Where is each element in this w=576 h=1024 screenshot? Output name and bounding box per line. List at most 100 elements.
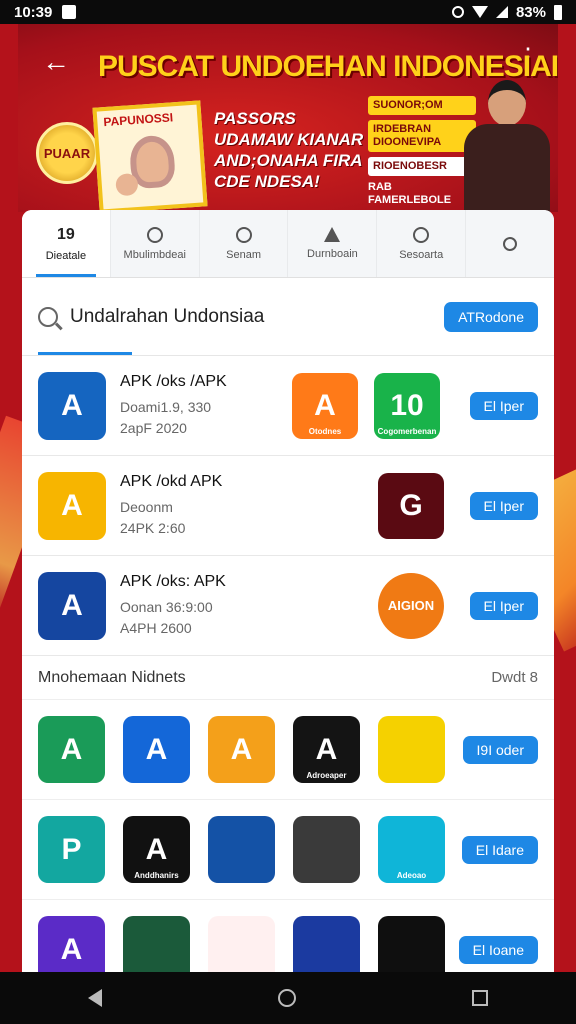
- app-title: APK /oks /APK: [120, 372, 227, 390]
- search-underline: [38, 352, 132, 355]
- status-time: 10:39: [14, 3, 53, 21]
- signal-icon: [495, 6, 508, 18]
- app-icon[interactable]: [123, 916, 190, 972]
- app-icon-label: A: [145, 832, 168, 866]
- app-icon[interactable]: A: [38, 571, 106, 640]
- nav-back-icon[interactable]: [88, 989, 102, 1007]
- tab-label: Mbulimbdeai: [123, 248, 186, 261]
- app-icon-label: G: [399, 488, 423, 522]
- banner-title: PUSCAT UNDOEHAN INDONESIAI: [98, 50, 558, 83]
- notification-icon: [62, 5, 77, 19]
- app-icon-label: A: [61, 388, 83, 422]
- app-list: A APK /oks /APK Doami1.9, 330 2apF 2020 A Oto…: [22, 356, 554, 656]
- grid-row: A A A A Adroeaper I9I oder: [22, 700, 554, 800]
- app-icon[interactable]: [293, 816, 360, 883]
- status-bar: 10:39 83%: [0, 0, 576, 24]
- app-icon-label: A: [314, 388, 336, 422]
- man-body: [464, 124, 550, 212]
- app-meta: A4PH 2600: [120, 619, 192, 636]
- app-row[interactable]: A APK /okd APK Deoonm 24PK 2:60 G El Iper: [22, 456, 554, 556]
- app-meta: Doami1.9, 330: [120, 398, 212, 415]
- app-icon-label: A: [60, 732, 83, 766]
- app-meta: Oonan 36:9:00: [120, 598, 213, 615]
- app-grid: A A A A Adroeaper I9I oder P A Anddhanirs Adeoao E…: [22, 700, 554, 972]
- person-icon: [413, 226, 430, 243]
- grid-row: P A Anddhanirs Adeoao El Idare: [22, 800, 554, 900]
- related-apps: AIGION: [378, 572, 444, 639]
- app-icon[interactable]: Adeoao: [378, 816, 445, 883]
- tab-durnboain[interactable]: Durnboain: [288, 210, 378, 277]
- nav-recents-icon[interactable]: [472, 990, 488, 1006]
- app-icon[interactable]: [378, 716, 445, 783]
- app-icon[interactable]: [293, 916, 360, 972]
- tab-sesoarta[interactable]: Sesoarta: [377, 210, 467, 277]
- app-icon[interactable]: A: [38, 716, 105, 783]
- search-icon: [503, 236, 518, 251]
- app-meta: Deoonm: [120, 498, 173, 515]
- navigation-bar: [0, 972, 576, 1024]
- app-icon[interactable]: A Anddhanirs: [123, 816, 190, 883]
- app-row[interactable]: A APK /oks: APK Oonan 36:9:00 A4PH 2600 AIGI…: [22, 556, 554, 656]
- app-icon-caption: Anddhanirs: [134, 871, 179, 880]
- app-icon[interactable]: 10 Cogomerbenan: [374, 372, 440, 439]
- tab-bar: 19 Dieatale Mbulimbdeai Senam Durnboain …: [22, 210, 554, 278]
- app-icon[interactable]: A Otodnes: [292, 372, 358, 439]
- tab-senam[interactable]: Senam: [200, 210, 289, 277]
- coin-badge: PUAAR: [36, 122, 98, 184]
- back-arrow-icon[interactable]: ←: [42, 48, 70, 76]
- hand-image: [115, 172, 139, 197]
- battery-level: 83%: [515, 3, 546, 21]
- user-icon: [146, 226, 163, 243]
- app-icon-label: A: [145, 732, 168, 766]
- app-icon[interactable]: G: [378, 472, 444, 539]
- app-row[interactable]: A APK /oks /APK Doami1.9, 330 2apF 2020 A Oto…: [22, 356, 554, 456]
- search-input[interactable]: [70, 305, 445, 328]
- app-icon[interactable]: A: [123, 716, 190, 783]
- promo-banner[interactable]: ← ⋮ PUSCAT UNDOEHAN INDONESIAI PUAAR PAP…: [18, 24, 558, 212]
- search-action-button[interactable]: ATRodone: [444, 301, 538, 332]
- man-head: [488, 80, 526, 126]
- app-icon-caption: Adeoao: [396, 871, 427, 880]
- open-button[interactable]: El Ioane: [458, 935, 538, 964]
- tab-count: 19: [57, 225, 75, 243]
- see-all-link[interactable]: Dwdt 8: [491, 669, 538, 686]
- alarm-icon: [451, 6, 464, 18]
- app-icon[interactable]: A: [38, 471, 106, 540]
- app-icon-caption: Otodnes: [308, 426, 342, 436]
- nav-home-icon[interactable]: [278, 989, 296, 1007]
- open-button[interactable]: El Iper: [469, 491, 538, 520]
- content-card: 19 Dieatale Mbulimbdeai Senam Durnboain …: [22, 210, 554, 972]
- tab-mbulimbdeai[interactable]: Mbulimbdeai: [111, 210, 200, 277]
- open-button[interactable]: I9I oder: [462, 735, 538, 764]
- app-icon-label: A: [61, 588, 83, 622]
- tab-label: Sesoarta: [399, 248, 444, 261]
- related-apps: A Otodnes 10 Cogomerbenan: [292, 372, 440, 439]
- app-icon-label: A: [61, 488, 83, 522]
- battery-icon: [554, 4, 562, 20]
- app-icon[interactable]: A: [38, 916, 105, 972]
- app-icon[interactable]: P: [38, 816, 105, 883]
- app-info: APK /okd APK Deoonm 24PK 2:60: [120, 473, 270, 539]
- app-icon[interactable]: [378, 916, 445, 972]
- app-icon[interactable]: AIGION: [378, 572, 444, 639]
- open-button[interactable]: El Idare: [461, 835, 538, 864]
- search-bar: ATRodone: [22, 278, 554, 356]
- app-icon[interactable]: [208, 916, 275, 972]
- app-icon[interactable]: A Adroeaper: [293, 716, 360, 783]
- location-icon: [235, 226, 252, 243]
- app-title: APK /okd APK: [120, 472, 223, 490]
- tab-dieatale[interactable]: 19 Dieatale: [22, 210, 111, 277]
- tab-search[interactable]: [466, 210, 554, 277]
- app-icon[interactable]: A: [38, 371, 106, 440]
- app-icon-label: 10: [390, 388, 424, 422]
- app-icon[interactable]: A: [208, 716, 275, 783]
- wifi-icon: [471, 6, 488, 18]
- tab-label: Durnboain: [307, 248, 358, 260]
- app-icon[interactable]: [208, 816, 275, 883]
- open-button[interactable]: El Iper: [469, 391, 538, 420]
- app-info: APK /oks: APK Oonan 36:9:00 A4PH 2600: [120, 573, 270, 639]
- tab-label: Dieatale: [45, 249, 87, 262]
- open-button[interactable]: El Iper: [469, 591, 538, 620]
- section-header: Mnohemaan Nidnets Dwdt 8: [22, 656, 554, 700]
- related-apps: G: [378, 472, 444, 539]
